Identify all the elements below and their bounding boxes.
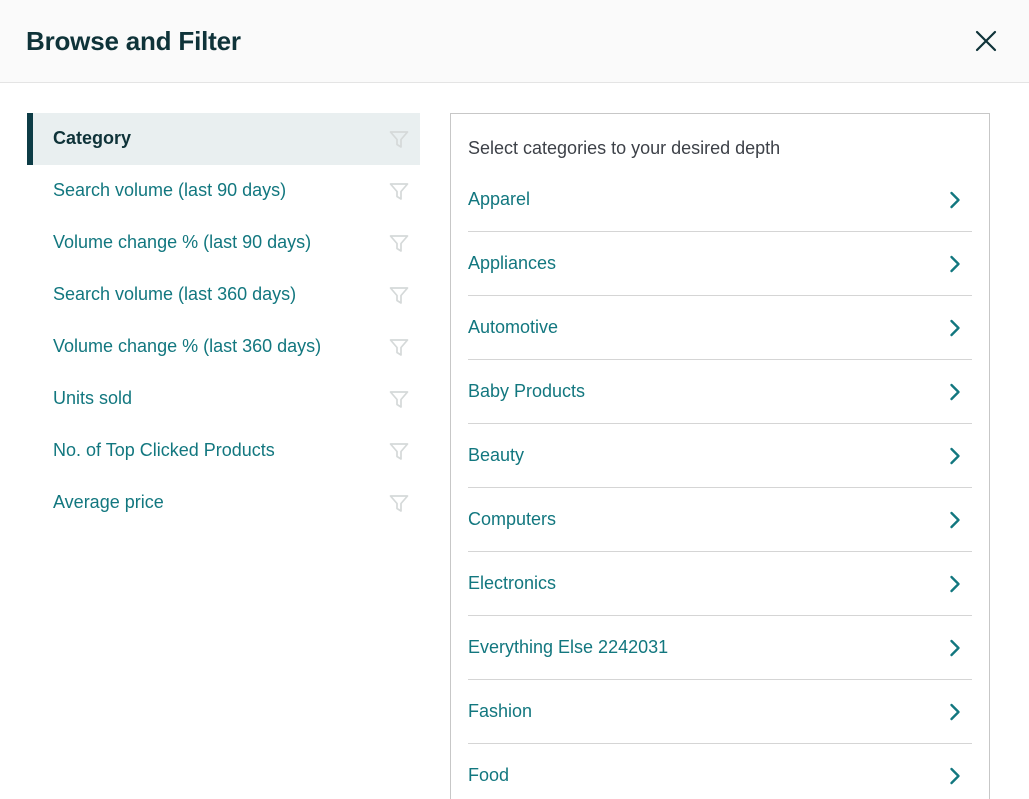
sidebar-item-top-clicked-products[interactable]: No. of Top Clicked Products <box>27 425 420 477</box>
category-label: Automotive <box>468 317 559 338</box>
sidebar-item-label: No. of Top Clicked Products <box>53 440 275 461</box>
list-item[interactable]: Automotive <box>468 296 972 361</box>
modal-header: Browse and Filter <box>0 0 1029 83</box>
sidebar-item-volume-change-90[interactable]: Volume change % (last 90 days) <box>27 217 420 269</box>
list-item[interactable]: Computers <box>468 488 972 553</box>
sidebar-item-average-price[interactable]: Average price <box>27 477 420 529</box>
list-item[interactable]: Electronics <box>468 552 972 617</box>
page-title: Browse and Filter <box>26 25 241 56</box>
funnel-icon[interactable] <box>386 282 412 308</box>
category-label: Fashion <box>468 701 533 722</box>
sidebar-item-label: Category <box>53 128 132 149</box>
category-label: Appliances <box>468 253 557 274</box>
category-label: Food <box>468 765 510 786</box>
category-label: Apparel <box>468 189 531 210</box>
panel-heading: Select categories to your desired depth <box>468 138 781 158</box>
list-item[interactable]: Fashion <box>468 680 972 745</box>
category-panel: Select categories to your desired depth … <box>450 113 990 799</box>
funnel-icon[interactable] <box>386 230 412 256</box>
chevron-right-icon[interactable] <box>944 701 966 723</box>
chevron-right-icon[interactable] <box>944 381 966 403</box>
chevron-right-icon[interactable] <box>944 637 966 659</box>
chevron-right-icon[interactable] <box>944 317 966 339</box>
category-label: Electronics <box>468 573 557 594</box>
category-label: Computers <box>468 509 557 530</box>
sidebar-item-label: Volume change % (last 90 days) <box>53 232 312 253</box>
list-item[interactable]: Baby Products <box>468 360 972 425</box>
funnel-icon[interactable] <box>386 490 412 516</box>
sidebar-item-label: Volume change % (last 360 days) <box>53 336 322 357</box>
funnel-icon[interactable] <box>386 178 412 204</box>
chevron-right-icon[interactable] <box>944 189 966 211</box>
close-button[interactable] <box>967 22 1005 60</box>
list-item[interactable]: Beauty <box>468 424 972 489</box>
sidebar-item-label: Search volume (last 360 days) <box>53 284 297 305</box>
funnel-icon[interactable] <box>386 438 412 464</box>
chevron-right-icon[interactable] <box>944 765 966 787</box>
list-item[interactable]: Everything Else 2242031 <box>468 616 972 681</box>
category-label: Beauty <box>468 445 525 466</box>
funnel-icon[interactable] <box>386 334 412 360</box>
category-label: Baby Products <box>468 381 586 402</box>
list-item[interactable]: Apparel <box>468 168 972 233</box>
facet-sidebar: Category Search volume (last 90 days) Vo… <box>0 113 420 529</box>
sidebar-item-search-volume-360[interactable]: Search volume (last 360 days) <box>27 269 420 321</box>
sidebar-item-category[interactable]: Category <box>27 113 420 165</box>
funnel-icon[interactable] <box>386 126 412 152</box>
chevron-right-icon[interactable] <box>944 573 966 595</box>
chevron-right-icon[interactable] <box>944 445 966 467</box>
sidebar-item-volume-change-360[interactable]: Volume change % (last 360 days) <box>27 321 420 373</box>
chevron-right-icon[interactable] <box>944 509 966 531</box>
sidebar-item-units-sold[interactable]: Units sold <box>27 373 420 425</box>
category-label: Everything Else 2242031 <box>468 637 669 658</box>
sidebar-item-label: Units sold <box>53 388 133 409</box>
sidebar-item-label: Average price <box>53 492 164 513</box>
close-icon <box>975 30 997 52</box>
list-item[interactable]: Food <box>468 744 972 799</box>
sidebar-item-search-volume-90[interactable]: Search volume (last 90 days) <box>27 165 420 217</box>
list-item[interactable]: Appliances <box>468 232 972 297</box>
sidebar-item-label: Search volume (last 90 days) <box>53 180 287 201</box>
modal-body: Category Search volume (last 90 days) Vo… <box>0 83 1029 799</box>
funnel-icon[interactable] <box>386 386 412 412</box>
chevron-right-icon[interactable] <box>944 253 966 275</box>
